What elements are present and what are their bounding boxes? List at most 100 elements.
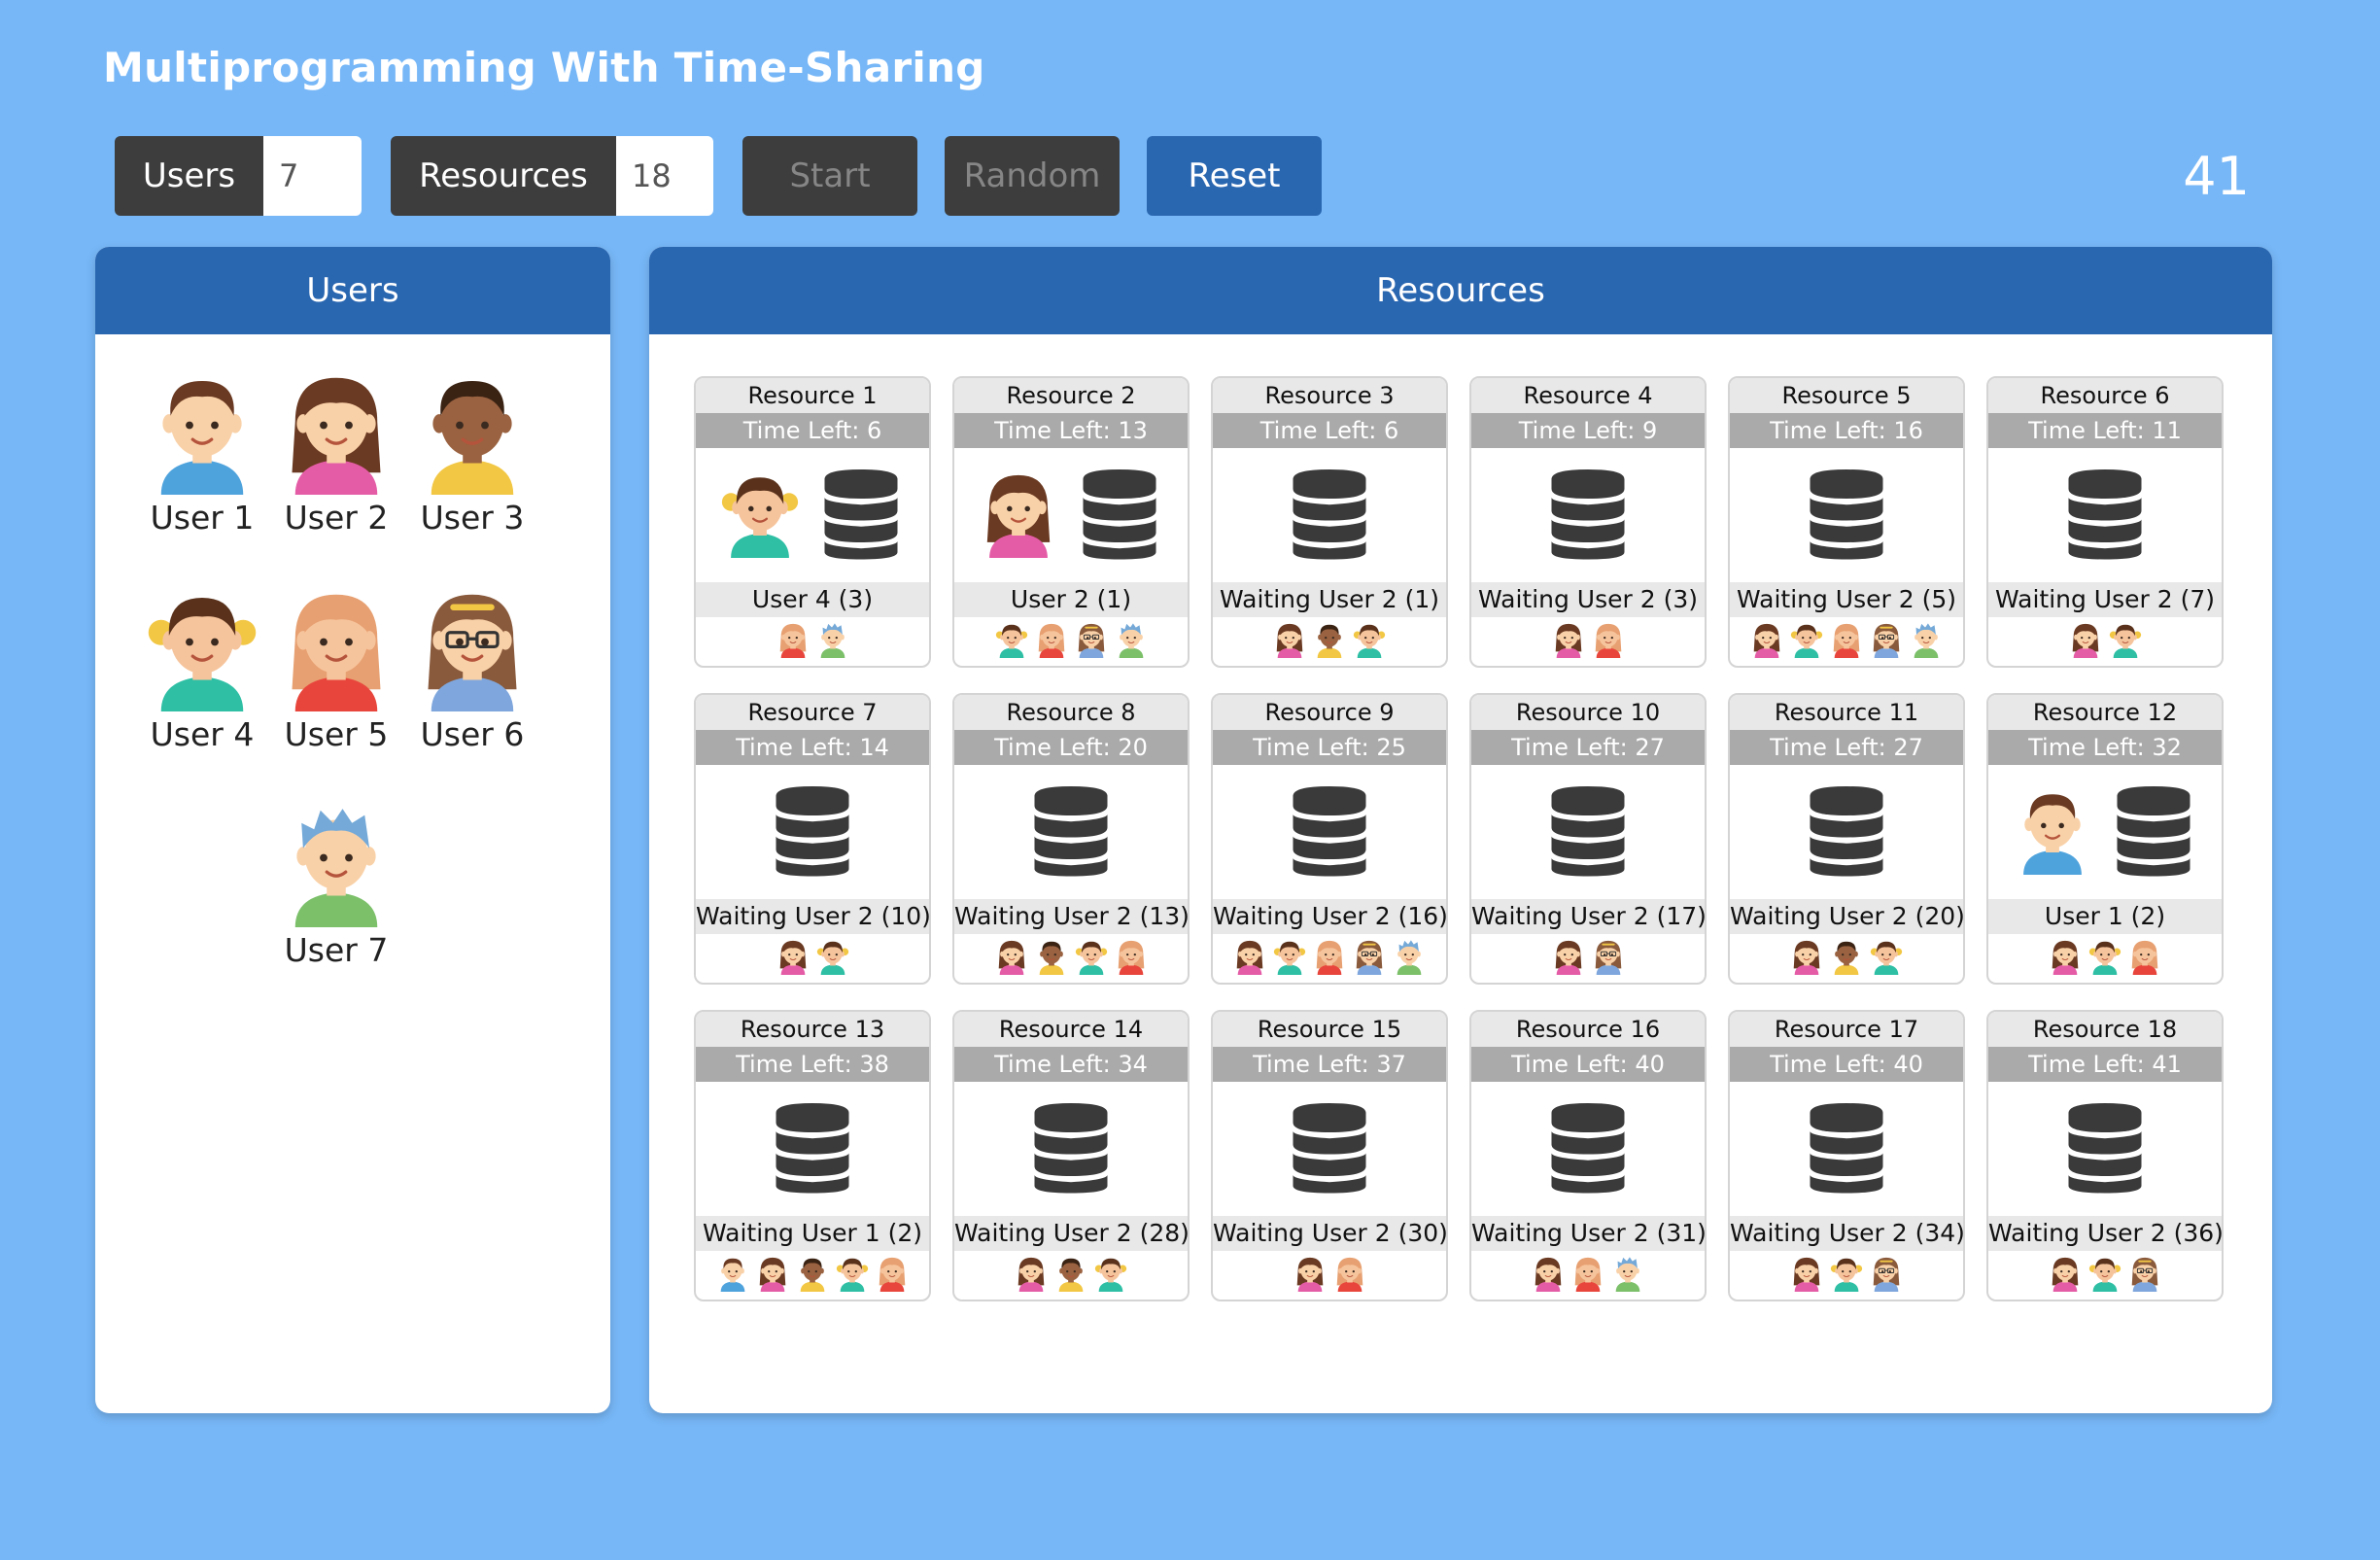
database-icon xyxy=(1539,781,1637,883)
start-button[interactable]: Start xyxy=(742,136,917,216)
resource-body xyxy=(1730,1082,1963,1216)
database-icon xyxy=(1798,781,1895,883)
waiting-queue xyxy=(1988,1251,2222,1300)
resource-card: Resource 6 Time Left: 11 Waiting User 2 (… xyxy=(1986,376,2224,668)
queued-user-avatar-icon xyxy=(1231,938,1268,979)
resource-time-left: Time Left: 32 xyxy=(1988,730,2222,765)
queued-user-avatar-icon xyxy=(2087,1255,2123,1296)
holder-avatar-icon xyxy=(715,468,805,562)
resource-name: Resource 14 xyxy=(954,1012,1188,1047)
resource-name: Resource 3 xyxy=(1213,378,1446,413)
queued-user-avatar-icon xyxy=(1092,1255,1129,1296)
resource-status: Waiting User 2 (20) xyxy=(1730,899,1963,934)
resource-card: Resource 15 Time Left: 37 Waiting User 2 … xyxy=(1211,1010,1448,1301)
random-button[interactable]: Random xyxy=(945,136,1120,216)
queued-user-avatar-icon xyxy=(1908,621,1945,662)
user-card: User 7 xyxy=(273,801,399,969)
queued-user-avatar-icon xyxy=(1868,1255,1905,1296)
resource-status: Waiting User 2 (10) xyxy=(696,899,929,934)
users-control: Users xyxy=(115,136,362,216)
resource-body xyxy=(1730,448,1963,582)
queued-user-avatar-icon xyxy=(1569,1255,1606,1296)
queued-user-avatar-icon xyxy=(2047,1255,2084,1296)
queued-user-avatar-icon xyxy=(1113,621,1150,662)
resource-body xyxy=(1213,1082,1446,1216)
resource-name: Resource 7 xyxy=(696,695,929,730)
queued-user-avatar-icon xyxy=(1550,938,1587,979)
resource-time-left: Time Left: 34 xyxy=(954,1047,1188,1082)
database-icon xyxy=(2056,1098,2154,1199)
resource-status: Waiting User 2 (31) xyxy=(1471,1216,1705,1251)
resource-name: Resource 16 xyxy=(1471,1012,1705,1047)
resource-card: Resource 3 Time Left: 6 Waiting User 2 (1… xyxy=(1211,376,1448,668)
database-icon xyxy=(764,781,861,883)
resource-body xyxy=(954,448,1188,582)
users-count-input[interactable] xyxy=(263,136,362,216)
resource-card: Resource 14 Time Left: 34 Waiting User 2 … xyxy=(952,1010,1190,1301)
resource-time-left: Time Left: 14 xyxy=(696,730,929,765)
queued-user-avatar-icon xyxy=(1311,621,1348,662)
queued-user-avatar-icon xyxy=(1292,1255,1328,1296)
resource-time-left: Time Left: 25 xyxy=(1213,730,1446,765)
queued-user-avatar-icon xyxy=(754,1255,791,1296)
queued-user-avatar-icon xyxy=(1590,938,1627,979)
user-card: User 3 xyxy=(409,368,535,537)
waiting-queue xyxy=(1471,1251,1705,1300)
database-icon xyxy=(1281,1098,1378,1199)
resource-body xyxy=(1471,448,1705,582)
users-panel: Users User 1 User 2 User 3 User 4 User 5… xyxy=(95,247,610,1413)
resource-card: Resource 2 Time Left: 13 User 2 (1) xyxy=(952,376,1190,668)
resources-count-input[interactable] xyxy=(616,136,713,216)
resource-name: Resource 17 xyxy=(1730,1012,1963,1047)
resources-panel-header: Resources xyxy=(649,247,2272,334)
resource-status: Waiting User 2 (7) xyxy=(1988,582,2222,617)
user-card: User 5 xyxy=(273,585,399,753)
user-label: User 7 xyxy=(284,931,389,969)
queued-user-avatar-icon xyxy=(1271,938,1308,979)
queued-user-avatar-icon xyxy=(1828,1255,1865,1296)
resource-card: Resource 5 Time Left: 16 Waiting User 2 (… xyxy=(1728,376,1965,668)
resource-status: User 4 (3) xyxy=(696,582,929,617)
resource-time-left: Time Left: 6 xyxy=(1213,413,1446,448)
resource-body xyxy=(954,765,1188,899)
queued-user-avatar-icon xyxy=(1868,621,1905,662)
resource-time-left: Time Left: 13 xyxy=(954,413,1188,448)
reset-button[interactable]: Reset xyxy=(1147,136,1322,216)
user-avatar-icon xyxy=(409,368,535,495)
waiting-queue xyxy=(1730,1251,1963,1300)
queued-user-avatar-icon xyxy=(1073,938,1110,979)
resource-status: Waiting User 2 (5) xyxy=(1730,582,1963,617)
queued-user-avatar-icon xyxy=(1530,1255,1567,1296)
queued-user-avatar-icon xyxy=(775,621,811,662)
user-label: User 6 xyxy=(420,715,525,753)
resource-status: Waiting User 1 (2) xyxy=(696,1216,929,1251)
resource-body xyxy=(1988,448,2222,582)
resource-time-left: Time Left: 27 xyxy=(1730,730,1963,765)
resource-name: Resource 13 xyxy=(696,1012,929,1047)
queued-user-avatar-icon xyxy=(1013,1255,1050,1296)
queued-user-avatar-icon xyxy=(1868,938,1905,979)
resource-card: Resource 1 Time Left: 6 User 4 (3) xyxy=(694,376,931,668)
resource-status: Waiting User 2 (13) xyxy=(954,899,1188,934)
queued-user-avatar-icon xyxy=(993,621,1030,662)
user-label: User 5 xyxy=(284,715,389,753)
resource-name: Resource 4 xyxy=(1471,378,1705,413)
queued-user-avatar-icon xyxy=(814,938,851,979)
resource-card: Resource 10 Time Left: 27 Waiting User 2 … xyxy=(1469,693,1707,985)
resource-name: Resource 1 xyxy=(696,378,929,413)
queued-user-avatar-icon xyxy=(1073,621,1110,662)
resource-name: Resource 15 xyxy=(1213,1012,1446,1047)
user-avatar-icon xyxy=(273,585,399,711)
queued-user-avatar-icon xyxy=(1033,621,1070,662)
resource-body xyxy=(1471,1082,1705,1216)
queued-user-avatar-icon xyxy=(1331,1255,1368,1296)
queued-user-avatar-icon xyxy=(1391,938,1428,979)
queued-user-avatar-icon xyxy=(1788,938,1825,979)
queued-user-avatar-icon xyxy=(714,1255,751,1296)
resource-status: Waiting User 2 (36) xyxy=(1988,1216,2222,1251)
resources-label: Resources xyxy=(391,136,616,216)
user-card: User 1 xyxy=(139,368,265,537)
queued-user-avatar-icon xyxy=(2126,1255,2163,1296)
queued-user-avatar-icon xyxy=(2067,621,2104,662)
holder-avatar-icon xyxy=(2008,785,2097,879)
